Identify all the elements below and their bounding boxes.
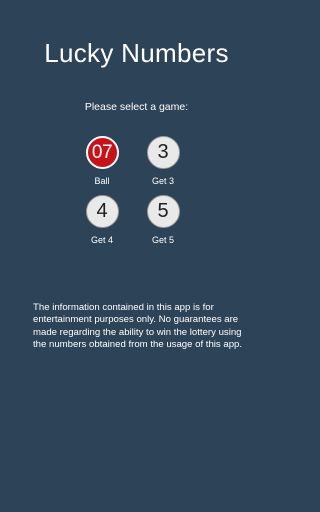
game-get5-button[interactable]: 5 Get 5 (133, 195, 193, 245)
ball-4-icon: 4 (85, 195, 119, 228)
game-get3-button[interactable]: 3 Get 3 (133, 136, 193, 186)
ball-icon: 07 (85, 136, 119, 169)
game-get4-button[interactable]: 4 Get 4 (72, 195, 132, 245)
app-title: Lucky Numbers (44, 38, 229, 68)
game-ball-button[interactable]: 07 Ball (72, 136, 132, 186)
game-label-get5: Get 5 (151, 235, 174, 245)
ball-3-icon: 3 (146, 136, 180, 169)
select-game-prompt: Please select a game: (84, 101, 189, 113)
disclaimer-text: The information contained in this app is… (33, 302, 243, 350)
game-label-get3: Get 3 (151, 176, 174, 186)
game-label-ball: Ball (94, 176, 110, 186)
game-label-get4: Get 4 (90, 235, 113, 245)
ball-5-icon: 5 (146, 195, 180, 228)
